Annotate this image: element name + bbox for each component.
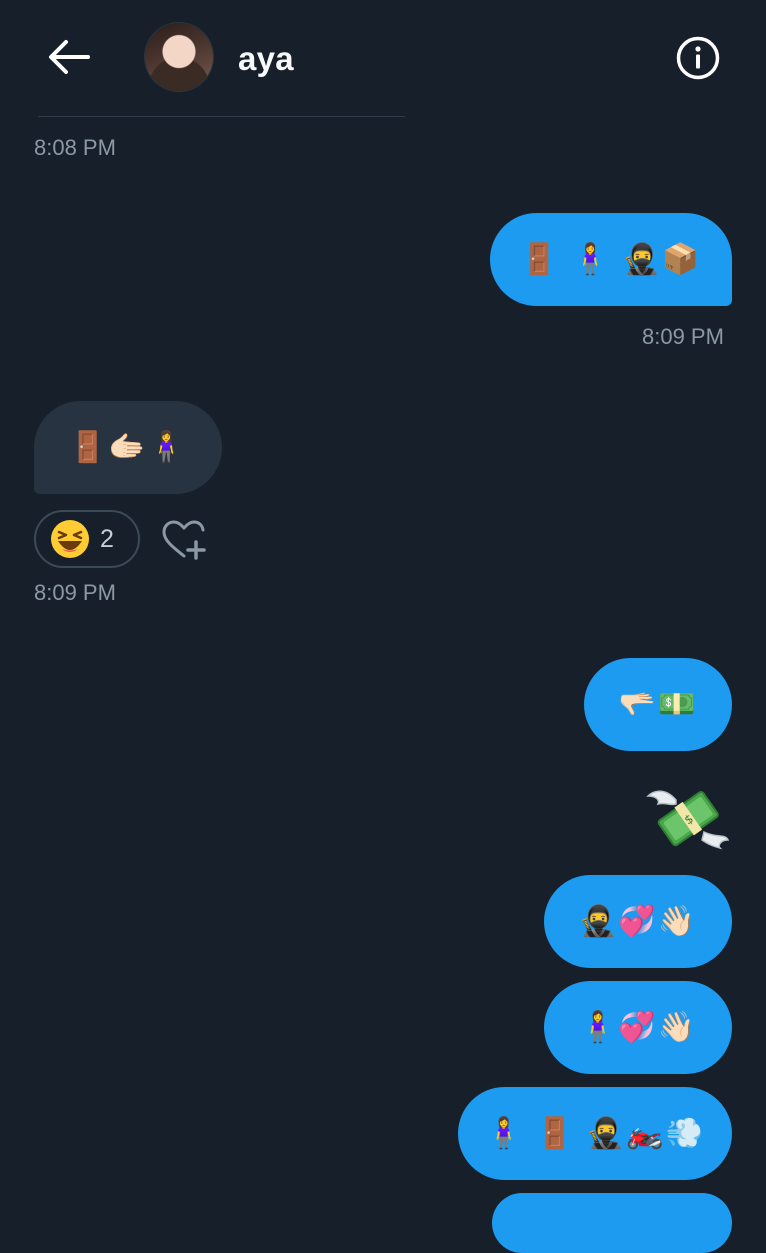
back-button[interactable] — [44, 36, 94, 78]
outgoing-message[interactable]: 🧍‍♀️💞👋🏻 — [544, 981, 732, 1074]
timestamp: 8:08 PM — [34, 135, 116, 160]
money-with-wings-icon: $ — [646, 790, 730, 850]
money-with-wings-sticker[interactable]: $ — [646, 778, 730, 856]
reaction-pill[interactable]: 2 — [34, 510, 140, 568]
header-divider — [38, 116, 405, 117]
contact-name[interactable]: aya — [238, 40, 294, 78]
info-button[interactable] — [675, 35, 721, 81]
timestamp: 8:09 PM — [34, 580, 116, 605]
timestamp: 8:09 PM — [642, 324, 724, 349]
add-reaction-button[interactable] — [160, 518, 208, 562]
incoming-message[interactable]: 🚪🫱🏻🧍‍♀️ — [34, 401, 222, 494]
avatar[interactable] — [145, 23, 213, 91]
info-circle-icon — [676, 36, 720, 80]
reaction-count: 2 — [100, 524, 114, 553]
arrow-left-icon — [49, 40, 90, 74]
outgoing-message-partial[interactable] — [492, 1193, 732, 1253]
laughing-face-icon — [51, 520, 89, 558]
outgoing-message[interactable]: 🚪 🧍‍♀️ 🥷📦 — [490, 213, 732, 306]
outgoing-message[interactable]: 🧍‍♀️ 🚪 🥷🏍️💨 — [458, 1087, 732, 1180]
heart-plus-icon — [162, 520, 206, 560]
outgoing-message[interactable]: 🥷💞👋🏻 — [544, 875, 732, 968]
outgoing-message[interactable]: 🫳🏻💵 — [584, 658, 732, 751]
